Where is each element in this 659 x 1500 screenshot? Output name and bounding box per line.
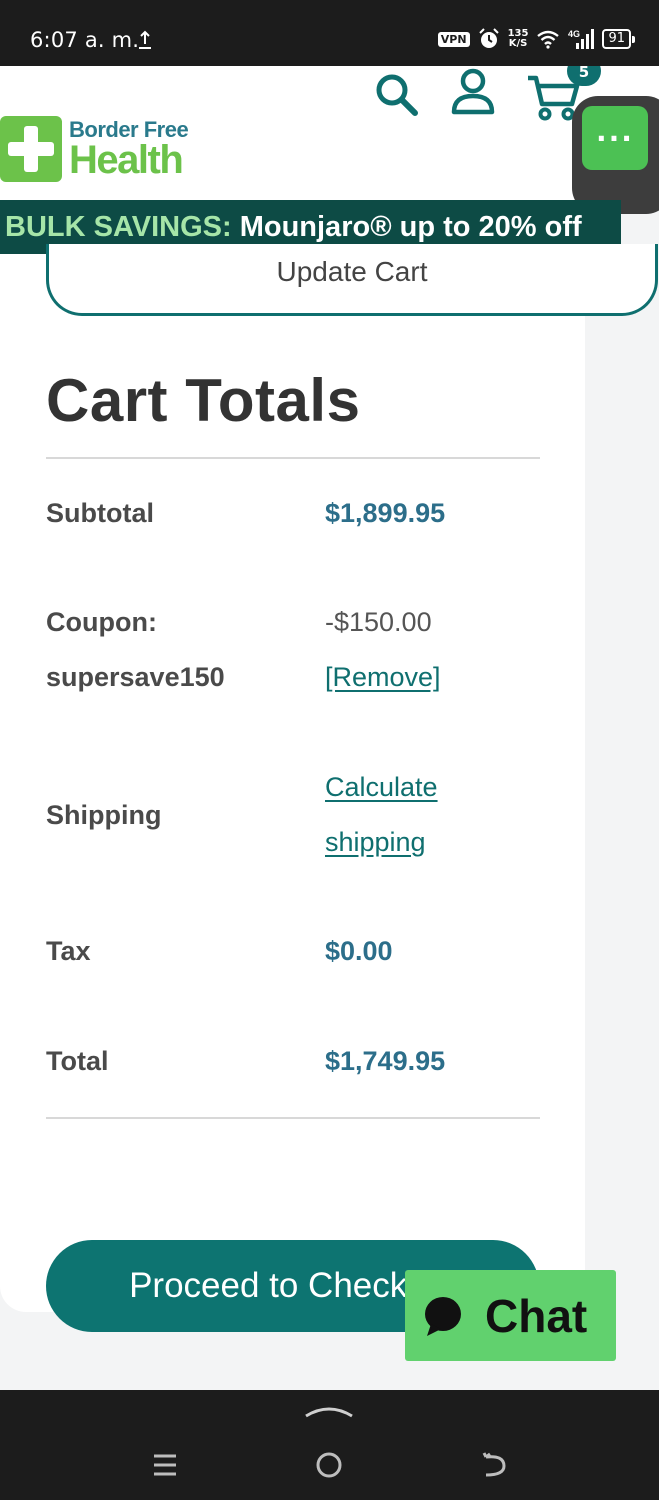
coupon-code: supersave150 [46, 662, 225, 692]
subtotal-value: $1,899.95 [325, 498, 446, 528]
tax-label: Tax [46, 936, 91, 966]
search-icon[interactable] [374, 72, 420, 118]
subtotal-label: Subtotal [46, 498, 154, 528]
total-value: $1,749.95 [325, 1046, 446, 1076]
site-header: Border Free Health 5 [0, 66, 659, 200]
divider-top [46, 457, 540, 459]
logo-cross-icon [0, 116, 62, 182]
cart-totals-title: Cart Totals [46, 367, 361, 434]
page-margin [585, 254, 659, 1312]
network-type: 4G [568, 29, 580, 39]
calculate-shipping-line2: shipping [325, 827, 426, 857]
home-icon[interactable] [315, 1451, 343, 1479]
promo-text: Mounjaro® up to 20% off [239, 211, 582, 243]
shipping-label: Shipping [46, 800, 162, 830]
coupon-discount-value: -$150.00 [325, 607, 432, 637]
chat-label: Chat [485, 1289, 588, 1342]
logo-text-bottom: Health [69, 137, 184, 182]
battery-icon: 91 [602, 29, 635, 49]
divider-bottom [46, 1117, 540, 1119]
calculate-shipping-line1: Calculate [325, 772, 438, 802]
recent-apps-icon[interactable] [152, 1452, 178, 1478]
status-time: 6:07 a. m. [30, 28, 140, 52]
total-label: Total [46, 1046, 109, 1076]
chat-bubble-icon [425, 1296, 461, 1336]
chevron-up-icon[interactable] [304, 1404, 354, 1418]
speed-unit: K/S [508, 38, 528, 49]
account-icon[interactable] [450, 68, 496, 116]
coupon-label: Coupon: [46, 607, 157, 637]
network-speed: 135 K/S [508, 29, 529, 49]
more-options-button[interactable]: ... [582, 106, 648, 170]
alarm-icon [478, 28, 499, 48]
update-cart-button[interactable]: Update Cart [46, 244, 658, 316]
remove-coupon-link[interactable]: [Remove] [325, 650, 441, 705]
vpn-icon: VPN [437, 31, 470, 47]
chat-button[interactable]: Chat [405, 1270, 616, 1361]
status-bar: 6:07 a. m. VPN 135 K/S 4G 91 [0, 0, 659, 66]
logo[interactable]: Border Free Health [0, 116, 189, 182]
back-icon[interactable] [480, 1451, 508, 1479]
calculate-shipping-link[interactable]: Calculate shipping [325, 760, 438, 870]
promo-highlight: BULK SAVINGS: [5, 211, 232, 243]
status-icons: VPN 135 K/S 4G 91 [437, 28, 635, 50]
app-viewport: Border Free Health 5 ... BULK SAVINGS: M… [0, 66, 659, 1390]
system-nav-bar [0, 1390, 659, 1500]
cart-count-badge: 5 [567, 66, 601, 86]
tax-value: $0.00 [325, 936, 393, 966]
signal-icon: 4G [568, 29, 595, 49]
wifi-icon [537, 30, 560, 49]
cart-totals-card: Update Cart Cart Totals Subtotal $1,899.… [0, 244, 658, 1332]
upload-icon [139, 30, 151, 49]
